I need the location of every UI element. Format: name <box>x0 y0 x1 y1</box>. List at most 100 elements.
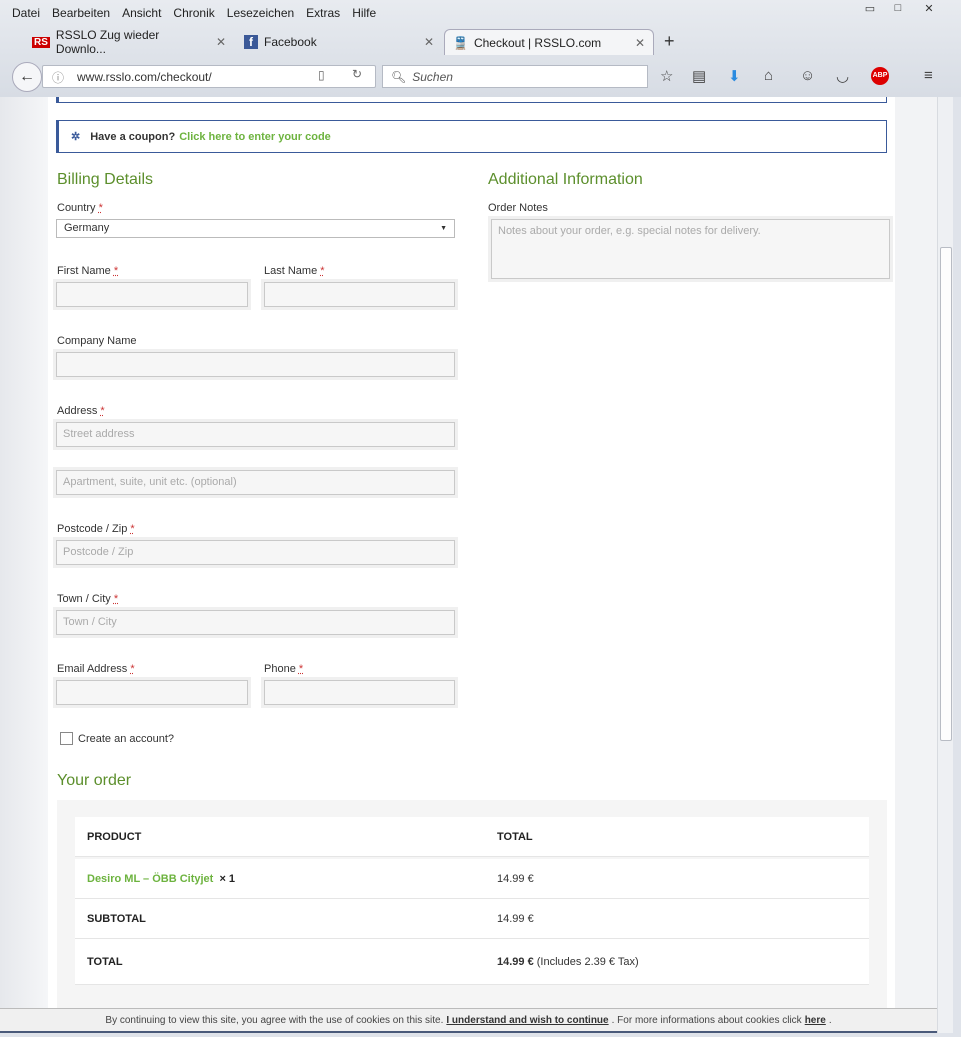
tax-note: (Includes 2.39 € Tax) <box>536 955 639 968</box>
your-order-title: Your order <box>57 772 132 789</box>
subtotal-row: SUBTOTAL 14.99 € <box>75 899 869 939</box>
menu-bearbeiten[interactable]: Bearbeiten <box>52 6 110 20</box>
country-label: Country <box>57 202 96 214</box>
menu-extras[interactable]: Extras <box>306 6 340 20</box>
menu-chronik[interactable]: Chronik <box>173 6 214 20</box>
page-content: ✲ Have a coupon? Click here to enter you… <box>0 97 937 1008</box>
train-favicon-icon: 🚆 <box>453 35 468 50</box>
required-marker: * <box>130 663 135 675</box>
reader-view-icon[interactable]: ▯ <box>318 68 325 82</box>
search-placeholder: Suchen <box>412 69 453 84</box>
cookie-here-link[interactable]: here <box>805 1015 826 1026</box>
menu-ansicht[interactable]: Ansicht <box>122 6 161 20</box>
tab-rsslo[interactable]: RS RSSLO Zug wieder Downlo... ✕ <box>24 28 234 56</box>
placeholder: Postcode / Zip <box>63 546 134 558</box>
coupon-text: Have a coupon? <box>90 130 176 143</box>
close-window-icon[interactable]: ✕ <box>914 2 944 20</box>
create-account-label[interactable]: Create an account? <box>78 733 174 745</box>
bookmark-star-icon[interactable]: ☆ <box>660 67 673 85</box>
menu-lesezeichen[interactable]: Lesezeichen <box>227 6 294 20</box>
required-marker: * <box>98 202 103 214</box>
search-input[interactable]: 🔍︎ Suchen <box>382 65 648 88</box>
subtotal-label: SUBTOTAL <box>87 912 146 925</box>
placeholder: Town / City <box>63 616 117 628</box>
new-tab-icon[interactable]: + <box>664 31 675 52</box>
scrollbar-thumb[interactable] <box>940 247 952 741</box>
download-icon[interactable]: ⬇ <box>728 67 741 85</box>
tab-checkout[interactable]: 🚆 Checkout | RSSLO.com ✕ <box>444 29 654 55</box>
placeholder: Notes about your order, e.g. special not… <box>498 225 761 237</box>
create-account-checkbox[interactable] <box>60 732 73 745</box>
company-input[interactable] <box>56 352 455 377</box>
back-button[interactable]: ← <box>12 62 42 92</box>
total-label: TOTAL <box>87 955 123 968</box>
street-address-input[interactable]: Street address <box>56 422 455 447</box>
city-label: Town / City <box>57 593 111 605</box>
email-label: Email Address <box>57 663 128 675</box>
total-row: TOTAL 14.99 € (Includes 2.39 € Tax) <box>75 939 869 985</box>
address-label: Address <box>57 405 98 417</box>
order-notes-textarea[interactable]: Notes about your order, e.g. special not… <box>491 219 890 279</box>
hello-icon[interactable]: ☺ <box>800 67 815 84</box>
cookie-more-text: . For more informations about cookies cl… <box>611 1014 802 1026</box>
cookie-text: By continuing to view this site, you agr… <box>105 1014 444 1026</box>
phone-input[interactable] <box>264 680 455 705</box>
menu-bar: Datei Bearbeiten Ansicht Chronik Lesezeichen… <box>12 6 388 20</box>
bookmarks-list-icon[interactable]: ▤ <box>692 67 706 85</box>
hamburger-menu-icon[interactable]: ≡ <box>924 67 933 84</box>
placeholder: Apartment, suite, unit etc. (optional) <box>63 476 237 488</box>
rs-favicon-icon: RS <box>32 36 50 48</box>
first-name-input[interactable] <box>56 282 248 307</box>
close-tab-icon[interactable]: ✕ <box>635 36 645 50</box>
total-value: 14.99 € <box>497 955 534 968</box>
last-name-input[interactable] <box>264 282 455 307</box>
table-row: Desiro ML – ÖBB Cityjet × 1 14.99 € <box>75 859 869 899</box>
menu-hilfe[interactable]: Hilfe <box>352 6 376 20</box>
required-marker: * <box>113 265 119 277</box>
email-input[interactable] <box>56 680 248 705</box>
quantity: × 1 <box>219 872 236 885</box>
tab-label: Facebook <box>264 35 317 49</box>
product-link[interactable]: Desiro ML – ÖBB Cityjet <box>87 873 213 885</box>
billing-title: Billing Details <box>57 171 154 188</box>
reload-icon[interactable]: ↻ <box>352 67 362 81</box>
first-name-label: First Name <box>57 265 111 277</box>
additional-info-title: Additional Information <box>488 171 643 188</box>
cookie-end: . <box>828 1014 832 1026</box>
tab-facebook[interactable]: f Facebook ✕ <box>236 29 442 55</box>
notice-box-edge <box>56 97 887 103</box>
url-bar[interactable]: www.rsslo.com/checkout/ <box>42 65 376 88</box>
browser-chrome: Datei Bearbeiten Ansicht Chronik Lesezeichen… <box>0 0 961 97</box>
pocket-icon[interactable]: ◡ <box>836 67 849 85</box>
company-label: Company Name <box>57 335 137 347</box>
postcode-input[interactable]: Postcode / Zip <box>56 540 455 565</box>
close-tab-icon[interactable]: ✕ <box>424 35 434 49</box>
required-marker: * <box>298 663 304 675</box>
maximize-icon[interactable]: □ <box>886 2 910 20</box>
info-icon[interactable]: ⓘ <box>52 69 64 86</box>
tab-label: RSSLO Zug wieder Downlo... <box>55 28 160 56</box>
city-input[interactable]: Town / City <box>56 610 455 635</box>
required-marker: * <box>113 593 119 605</box>
vertical-scrollbar[interactable] <box>937 97 953 1033</box>
adblock-icon[interactable]: ABP <box>871 67 889 85</box>
cookie-bar: By continuing to view this site, you agr… <box>0 1008 937 1033</box>
tab-label: Checkout | RSSLO.com <box>473 35 602 50</box>
coupon-notice: ✲ Have a coupon? Click here to enter you… <box>56 120 887 153</box>
window-controls: ▭ □ ✕ <box>858 2 948 20</box>
postcode-label: Postcode / Zip <box>57 523 128 535</box>
dropdown-arrow-icon: ▼ <box>440 225 447 232</box>
country-value: Germany <box>64 222 110 234</box>
coupon-link[interactable]: Click here to enter your code <box>179 131 331 143</box>
menu-datei[interactable]: Datei <box>12 6 40 20</box>
minimize-icon[interactable]: ▭ <box>858 2 882 20</box>
home-icon[interactable]: ⌂ <box>764 67 773 84</box>
table-header-row: PRODUCT TOTAL <box>75 817 869 857</box>
country-select[interactable]: Germany ▼ <box>56 219 455 238</box>
apartment-input[interactable]: Apartment, suite, unit etc. (optional) <box>56 470 455 495</box>
facebook-favicon-icon: f <box>244 35 258 49</box>
close-tab-icon[interactable]: ✕ <box>216 35 226 49</box>
placeholder: Street address <box>63 428 135 440</box>
col-product: PRODUCT <box>87 830 142 843</box>
cookie-accept-link[interactable]: I understand and wish to continue <box>446 1015 608 1026</box>
